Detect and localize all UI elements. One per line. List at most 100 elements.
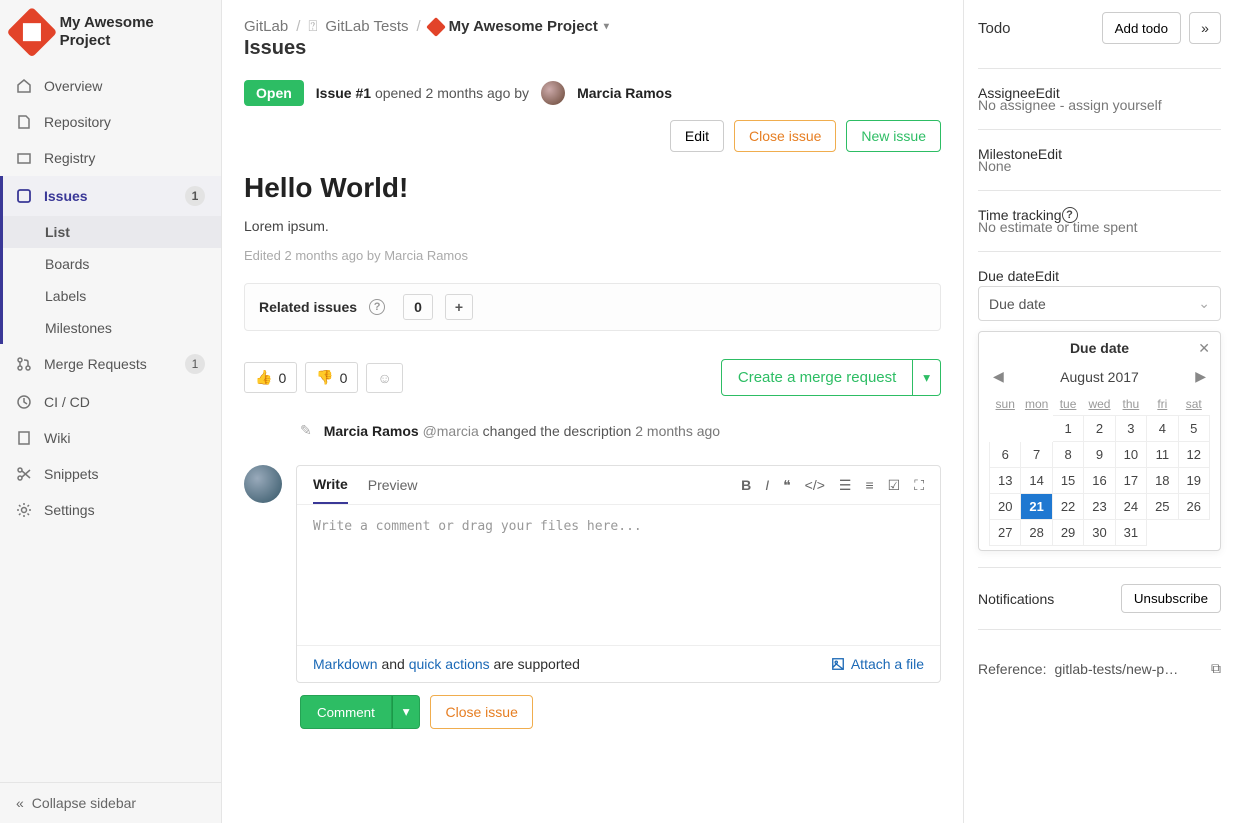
- markdown-link[interactable]: Markdown: [313, 656, 378, 672]
- sidebar-label: Wiki: [44, 430, 70, 446]
- calendar-day[interactable]: 4: [1147, 416, 1178, 442]
- calendar-day[interactable]: 13: [990, 468, 1021, 494]
- comment-textarea[interactable]: Write a comment or drag your files here.…: [297, 505, 940, 645]
- issues-subnav: List Boards Labels Milestones: [0, 216, 221, 344]
- calendar-day[interactable]: 18: [1147, 468, 1178, 494]
- calendar-day[interactable]: 2: [1084, 416, 1115, 442]
- calendar-day[interactable]: 20: [990, 494, 1021, 520]
- thumbs-down-button[interactable]: 👎0: [305, 362, 358, 393]
- edit-button[interactable]: Edit: [670, 120, 724, 152]
- sidebar-item-registry[interactable]: Registry: [0, 140, 221, 176]
- sidebar-item-overview[interactable]: Overview: [0, 68, 221, 104]
- subnav-milestones[interactable]: Milestones: [3, 312, 221, 344]
- calendar-day[interactable]: 22: [1052, 494, 1083, 520]
- calendar-day[interactable]: 6: [990, 442, 1021, 468]
- sidebar-item-snippets[interactable]: Snippets: [0, 456, 221, 492]
- calendar-day[interactable]: 31: [1115, 520, 1146, 546]
- calendar-day[interactable]: 7: [1021, 442, 1052, 468]
- comment-button[interactable]: Comment: [300, 695, 392, 729]
- calendar-day[interactable]: 17: [1115, 468, 1146, 494]
- add-todo-button[interactable]: Add todo: [1102, 12, 1181, 44]
- subnav-labels[interactable]: Labels: [3, 280, 221, 312]
- editor-toolbar: B I ❝ </> ☰ ≡ ☑ ⛶: [741, 477, 924, 504]
- add-related-button[interactable]: +: [445, 294, 473, 320]
- tab-preview[interactable]: Preview: [368, 477, 418, 503]
- status-badge: Open: [244, 80, 304, 106]
- sidebar-item-merge-requests[interactable]: Merge Requests 1: [0, 344, 221, 384]
- sidebar-nav2: Merge Requests 1 CI / CD Wiki Snippets S…: [0, 344, 221, 528]
- prev-month-icon[interactable]: ◀: [989, 368, 1008, 385]
- calendar-day[interactable]: 1: [1052, 416, 1083, 442]
- due-date-select[interactable]: Due date ⌄: [978, 286, 1221, 321]
- datepicker-close-icon[interactable]: ✕: [1198, 340, 1210, 357]
- due-date-edit[interactable]: Edit: [1035, 268, 1059, 284]
- related-label: Related issues: [259, 299, 357, 315]
- ul-icon[interactable]: ☰: [839, 477, 852, 494]
- calendar-day[interactable]: 10: [1115, 442, 1146, 468]
- subnav-list[interactable]: List: [3, 216, 221, 248]
- create-merge-request-button[interactable]: Create a merge request: [721, 359, 913, 396]
- author-avatar[interactable]: [541, 81, 565, 105]
- task-icon[interactable]: ☑: [888, 477, 901, 494]
- close-issue-button[interactable]: Close issue: [734, 120, 836, 152]
- sidebar-item-cicd[interactable]: CI / CD: [0, 384, 221, 420]
- milestone-edit[interactable]: Edit: [1038, 146, 1062, 162]
- collapse-sidebar[interactable]: « Collapse sidebar: [0, 782, 221, 823]
- calendar-day[interactable]: 16: [1084, 468, 1115, 494]
- new-issue-button[interactable]: New issue: [846, 120, 941, 152]
- sidebar-item-wiki[interactable]: Wiki: [0, 420, 221, 456]
- code-icon[interactable]: </>: [805, 477, 825, 494]
- collapse-right-sidebar[interactable]: »: [1189, 12, 1221, 44]
- sidebar: My Awesome Project Overview Repository R…: [0, 0, 222, 823]
- calendar-day[interactable]: 15: [1052, 468, 1083, 494]
- next-month-icon[interactable]: ▶: [1191, 368, 1210, 385]
- calendar-day[interactable]: 23: [1084, 494, 1115, 520]
- assignee-value[interactable]: No assignee - assign yourself: [978, 97, 1221, 113]
- unsubscribe-button[interactable]: Unsubscribe: [1121, 584, 1221, 613]
- attach-file-button[interactable]: Attach a file: [831, 656, 924, 672]
- author-name[interactable]: Marcia Ramos: [577, 85, 672, 101]
- project-header[interactable]: My Awesome Project: [0, 0, 221, 68]
- calendar-day[interactable]: 30: [1084, 520, 1115, 546]
- subnav-boards[interactable]: Boards: [3, 248, 221, 280]
- breadcrumb-project[interactable]: My Awesome Project ▾: [429, 18, 609, 35]
- fullscreen-icon[interactable]: ⛶: [914, 477, 924, 494]
- add-reaction-button[interactable]: ☺: [366, 363, 402, 393]
- comment-composer: Write Preview B I ❝ </> ☰ ≡ ☑ ⛶ Write a …: [244, 465, 941, 683]
- breadcrumb-group[interactable]: GitLab Tests: [325, 18, 408, 35]
- calendar-day[interactable]: 21: [1021, 494, 1052, 520]
- calendar-day[interactable]: 8: [1052, 442, 1083, 468]
- tab-write[interactable]: Write: [313, 476, 348, 504]
- quote-icon[interactable]: ❝: [783, 477, 791, 494]
- current-user-avatar[interactable]: [244, 465, 282, 503]
- close-issue-button-bottom[interactable]: Close issue: [430, 695, 532, 729]
- thumbs-up-button[interactable]: 👍0: [244, 362, 297, 393]
- copy-icon[interactable]: ⧉: [1211, 660, 1221, 677]
- calendar-day[interactable]: 25: [1147, 494, 1178, 520]
- calendar-day[interactable]: 24: [1115, 494, 1146, 520]
- sidebar-item-repository[interactable]: Repository: [0, 104, 221, 140]
- calendar-day[interactable]: 26: [1178, 494, 1209, 520]
- quick-actions-link[interactable]: quick actions: [409, 656, 490, 672]
- bold-icon[interactable]: B: [741, 477, 751, 494]
- calendar-day[interactable]: 5: [1178, 416, 1209, 442]
- italic-icon[interactable]: I: [765, 477, 769, 494]
- calendar-day[interactable]: 9: [1084, 442, 1115, 468]
- calendar-day[interactable]: 3: [1115, 416, 1146, 442]
- calendar-day[interactable]: 12: [1178, 442, 1209, 468]
- calendar-day[interactable]: 14: [1021, 468, 1052, 494]
- footer-text: Markdown and quick actions are supported: [313, 656, 580, 672]
- calendar-day[interactable]: 27: [990, 520, 1021, 546]
- merge-request-dropdown[interactable]: ▾: [913, 359, 941, 396]
- calendar-day[interactable]: 11: [1147, 442, 1178, 468]
- ol-icon[interactable]: ≡: [865, 477, 873, 494]
- sidebar-item-issues[interactable]: Issues 1: [0, 176, 221, 216]
- breadcrumb-root[interactable]: GitLab: [244, 18, 288, 35]
- calendar-day[interactable]: 29: [1052, 520, 1083, 546]
- comment-editor: Write Preview B I ❝ </> ☰ ≡ ☑ ⛶ Write a …: [296, 465, 941, 683]
- help-icon[interactable]: ?: [369, 299, 385, 315]
- calendar-day[interactable]: 19: [1178, 468, 1209, 494]
- comment-dropdown[interactable]: ▾: [392, 695, 421, 729]
- sidebar-item-settings[interactable]: Settings: [0, 492, 221, 528]
- calendar-day[interactable]: 28: [1021, 520, 1052, 546]
